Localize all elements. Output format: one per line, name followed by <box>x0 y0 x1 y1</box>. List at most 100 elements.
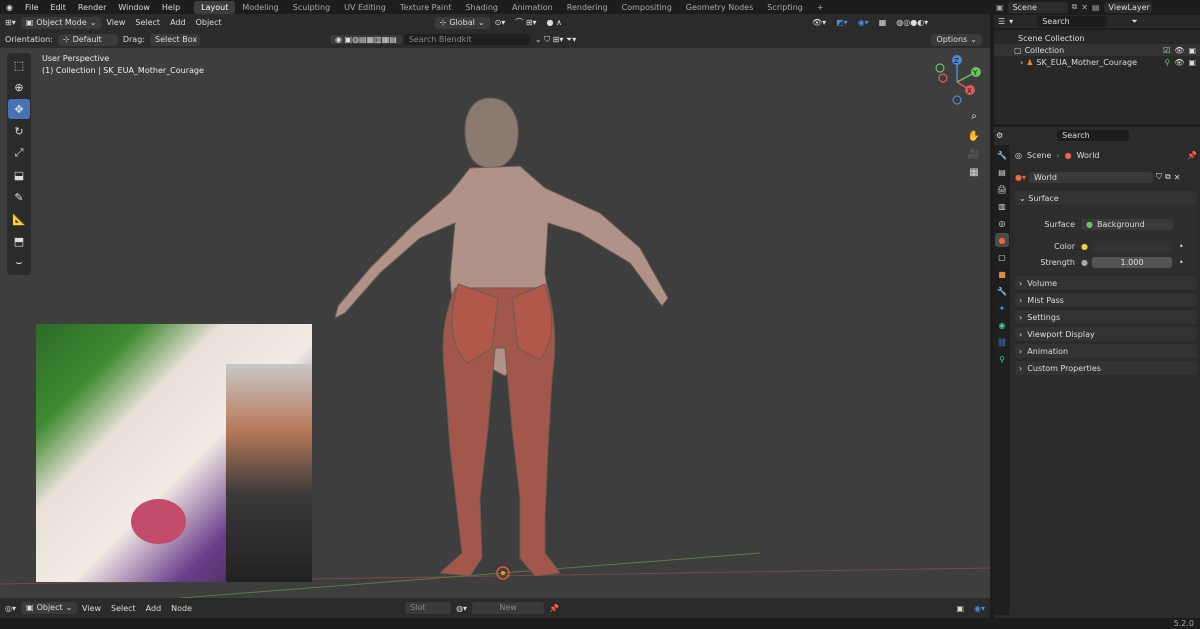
world-browse-icon[interactable]: ●▾ <box>1015 173 1026 182</box>
gizmo-toggle-icon[interactable]: ◩▾ <box>831 18 853 27</box>
pin-icon[interactable]: 📌 <box>544 604 564 613</box>
tab-scripting[interactable]: Scripting <box>760 1 810 14</box>
strength-field[interactable]: 1.000 <box>1091 256 1172 268</box>
mode-dropdown[interactable]: ▣ Object Mode ⌄ <box>20 16 102 29</box>
breadcrumb-world[interactable]: World <box>1077 151 1100 160</box>
menu-add[interactable]: Add <box>165 18 191 27</box>
scene-name[interactable]: Scene <box>1007 1 1068 13</box>
tab-uv-editing[interactable]: UV Editing <box>337 1 393 14</box>
tab-animation[interactable]: Animation <box>505 1 560 14</box>
outliner-root[interactable]: Scene Collection <box>994 33 1200 44</box>
menu-select[interactable]: Select <box>130 18 165 27</box>
scene-tab-icon[interactable]: ◎ <box>995 216 1009 230</box>
tab-shading[interactable]: Shading <box>458 1 505 14</box>
outliner-item-collection[interactable]: ▢ Collection ☑ 👁 ▣ <box>994 44 1200 56</box>
menu-view-bottom[interactable]: View <box>77 604 106 613</box>
grid-view-icon[interactable]: ▦ <box>966 164 982 180</box>
checkbox-icon[interactable]: ☑ <box>1163 46 1170 55</box>
curve-icon[interactable]: ⌣ <box>8 253 30 273</box>
blendkit-icons[interactable]: ◉ ▣◍▤▦▥▦▤ <box>329 35 402 44</box>
blendkit-filter-icons[interactable]: ⌄ ⛉ ⊞▾ ⏷▾ <box>530 35 581 45</box>
slot-dropdown[interactable]: Slot <box>405 602 452 614</box>
funnel-icon[interactable]: ⏷ <box>1131 17 1137 27</box>
modifiers-tab-icon[interactable]: 🔧 <box>995 284 1009 298</box>
panel-volume[interactable]: › Volume <box>1015 276 1197 290</box>
output-tab-icon[interactable]: 🖨 <box>995 182 1009 196</box>
menu-select-bottom[interactable]: Select <box>106 604 141 613</box>
tab-compositing[interactable]: Compositing <box>615 1 679 14</box>
tab-modeling[interactable]: Modeling <box>235 1 285 14</box>
camera-icon[interactable]: ▣ <box>1188 58 1196 67</box>
menu-node[interactable]: Node <box>166 604 197 613</box>
blender-logo-icon[interactable]: ◉ <box>0 3 19 12</box>
socket-icon[interactable]: ● <box>1081 242 1088 251</box>
add-workspace-icon[interactable]: + <box>810 1 831 14</box>
properties-editor-icon[interactable]: ⚙ <box>996 131 1003 140</box>
data-tab-icon[interactable]: ⚲ <box>995 352 1009 366</box>
menu-add-bottom[interactable]: Add <box>141 604 167 613</box>
duplicate-icon[interactable]: ⧉ <box>1165 172 1171 182</box>
transform-icon[interactable]: ⬓ <box>8 165 30 185</box>
camera-icon[interactable]: ▣ <box>1188 46 1196 55</box>
shading-modes-icon[interactable]: ◍◎●◐▾ <box>891 18 933 27</box>
backdrop-icon[interactable]: ▣ <box>951 604 969 613</box>
outliner-editor-icon[interactable]: ☰ <box>998 17 1005 26</box>
pin-icon[interactable]: 📌 <box>1187 151 1197 160</box>
eye-icon[interactable]: 👁 <box>1174 58 1184 67</box>
panel-custom-properties[interactable]: › Custom Properties <box>1015 361 1197 375</box>
close-icon[interactable]: ✕ <box>1081 3 1088 12</box>
menu-window[interactable]: Window <box>112 3 156 12</box>
options-dropdown[interactable]: Options ⌄ <box>931 33 982 46</box>
properties-search-input[interactable]: Search <box>1057 129 1130 141</box>
select-box-icon[interactable]: ⬚ <box>8 55 30 75</box>
keyframe-dot-icon[interactable]: • <box>1179 242 1184 251</box>
annotate-icon[interactable]: ✎ <box>8 187 30 207</box>
chevron-right-icon[interactable]: › <box>1020 58 1023 67</box>
menu-edit[interactable]: Edit <box>44 3 72 12</box>
menu-help[interactable]: Help <box>156 3 186 12</box>
eye-icon[interactable]: 👁 <box>1174 46 1184 55</box>
color-swatch[interactable] <box>1091 240 1172 252</box>
keyframe-dot-icon[interactable]: • <box>1179 258 1184 267</box>
editor-type-icon[interactable]: ◎▾ <box>0 604 21 613</box>
shader-type-dropdown[interactable]: ▣ Object ⌄ <box>21 602 77 614</box>
proportional-edit-icon[interactable]: ● ∧ <box>542 18 567 27</box>
xray-icon[interactable]: ▦ <box>874 18 892 27</box>
measure-icon[interactable]: 📐 <box>8 209 30 229</box>
orientation-dropdown[interactable]: ⊹ Default <box>57 33 118 46</box>
menu-file[interactable]: File <box>19 3 44 12</box>
particles-tab-icon[interactable]: ✦ <box>995 301 1009 315</box>
tab-geometry-nodes[interactable]: Geometry Nodes <box>679 1 760 14</box>
overlay-icon[interactable]: ◉▾ <box>969 604 990 613</box>
tab-rendering[interactable]: Rendering <box>560 1 615 14</box>
rotate-icon[interactable]: ↻ <box>8 121 30 141</box>
drag-dropdown[interactable]: Select Box <box>149 33 200 46</box>
physics-tab-icon[interactable]: ◉ <box>995 318 1009 332</box>
editor-type-icon[interactable]: ⊞▾ <box>0 18 21 27</box>
menu-object[interactable]: Object <box>191 18 227 27</box>
scale-icon[interactable]: ⤢ <box>8 143 30 163</box>
camera-view-icon[interactable]: 🎥 <box>966 146 982 162</box>
panel-mist-pass[interactable]: › Mist Pass <box>1015 293 1197 307</box>
tab-sculpting[interactable]: Sculpting <box>286 1 337 14</box>
world-tab-icon[interactable]: ● <box>995 233 1009 247</box>
menu-render[interactable]: Render <box>72 3 112 12</box>
panel-viewport-display[interactable]: › Viewport Display <box>1015 327 1197 341</box>
panel-surface[interactable]: ⌄ Surface <box>1015 191 1197 205</box>
breadcrumb-scene[interactable]: Scene <box>1027 151 1051 160</box>
world-name-field[interactable]: World <box>1029 171 1153 183</box>
reference-image[interactable] <box>36 324 312 582</box>
render-tab-icon[interactable]: ▤ <box>995 165 1009 179</box>
new-material-button[interactable]: New <box>472 602 545 614</box>
shield-icon[interactable]: ⛉ <box>1156 172 1162 182</box>
material-browse-icon[interactable]: ◍▾ <box>451 604 472 613</box>
scene-icon[interactable]: ▣ <box>996 3 1004 12</box>
add-cube-icon[interactable]: ⬒ <box>8 231 30 251</box>
tab-texture-paint[interactable]: Texture Paint <box>393 1 459 14</box>
overlay-toggle-icon[interactable]: ◉▾ <box>853 18 874 27</box>
tool-tab-icon[interactable]: 🔧 <box>995 148 1009 162</box>
zoom-icon[interactable]: ⌕ <box>966 108 982 124</box>
outliner-item-object[interactable]: › ♟ SK_EUA_Mother_Courage ⚲ 👁 ▣ <box>994 56 1200 68</box>
pose-icon[interactable]: ⚲ <box>1164 58 1170 67</box>
collection-tab-icon[interactable]: ▢ <box>995 250 1009 264</box>
